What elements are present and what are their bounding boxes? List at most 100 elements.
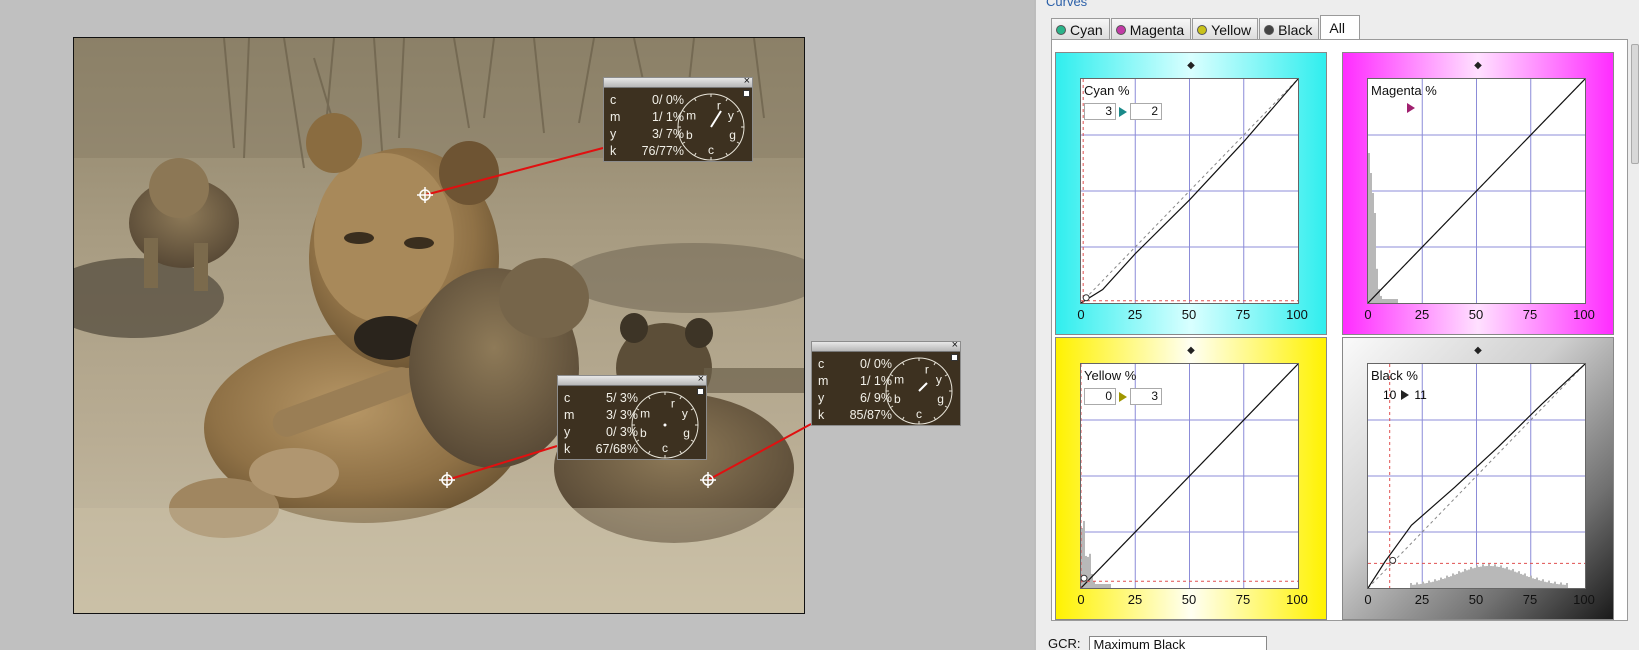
histogram-bar	[1376, 268, 1378, 303]
histogram-bar	[1562, 584, 1564, 588]
arrow-right-icon	[1119, 106, 1127, 117]
curve-label: Cyan %	[1084, 83, 1130, 98]
histogram-bar	[1498, 566, 1500, 588]
histogram-bar	[1494, 564, 1496, 588]
dial-tick	[648, 396, 651, 400]
readout-titlebar[interactable]: ×	[558, 373, 706, 386]
histogram-bar	[1456, 573, 1458, 588]
histogram-bar	[1518, 571, 1520, 588]
dial-tick	[933, 362, 936, 366]
x-axis-tick-label: 100	[1286, 592, 1308, 607]
histogram-bar	[1566, 583, 1568, 588]
color-wheel-dial-icon: ryg c bm	[631, 391, 699, 459]
histogram-bar	[1466, 570, 1468, 588]
histogram-bar	[1382, 299, 1384, 303]
histogram-bar	[1476, 565, 1478, 588]
histogram-bar	[1388, 299, 1390, 303]
histogram-bar	[1480, 566, 1482, 588]
readout-values: c 5/ 3% m 3/ 3% y 0/ 3% k 67/68%	[564, 390, 638, 458]
dial-letter: g	[683, 426, 690, 440]
move-handle-icon[interactable]: ◆	[1474, 60, 1482, 71]
output-value-field[interactable]: 2	[1130, 103, 1162, 120]
tab-yellow[interactable]: Yellow	[1192, 18, 1259, 40]
tab-cyan[interactable]: Cyan	[1051, 18, 1110, 40]
histogram-bar	[1554, 581, 1556, 588]
readout-titlebar[interactable]: ×	[604, 75, 752, 88]
x-axis-ticks: 0 25 50 75 100	[1364, 592, 1595, 608]
curve-control-point	[1082, 294, 1090, 302]
curve-label: Black %	[1371, 368, 1418, 383]
dial-letter: r	[671, 396, 675, 410]
tab-label: All	[1329, 20, 1345, 36]
x-axis-tick-label: 50	[1181, 307, 1197, 322]
curves-panel: Curves Cyan Magenta Yellow Black All ◆ C…	[1034, 0, 1639, 650]
histogram-bar	[1526, 576, 1528, 588]
close-icon[interactable]: ×	[952, 339, 958, 351]
histogram-bar	[1490, 566, 1492, 588]
x-axis-tick-label: 25	[1414, 307, 1430, 322]
magenta-curve-graph[interactable]	[1367, 78, 1586, 304]
dial-needle	[918, 382, 928, 392]
x-axis-tick-label: 75	[1522, 307, 1538, 322]
x-axis-tick-label: 0	[1364, 592, 1372, 607]
tab-black[interactable]: Black	[1259, 18, 1320, 40]
dial-tick	[944, 405, 948, 408]
histogram-bar	[1534, 578, 1536, 588]
histogram-bar	[1502, 567, 1504, 588]
histogram-bar	[1420, 583, 1422, 588]
curve-label: Magenta %	[1371, 83, 1437, 98]
gcr-label: GCR:	[1048, 636, 1081, 650]
dial-letter: r	[717, 98, 721, 112]
gcr-select[interactable]: Maximum Black	[1088, 636, 1267, 650]
x-axis-tick-label: 0	[1077, 592, 1085, 607]
x-axis-ticks: 0 25 50 75 100	[1364, 307, 1595, 323]
histogram-bar	[1097, 584, 1099, 588]
move-handle-icon[interactable]: ◆	[1187, 345, 1195, 356]
color-sampler-readout-3[interactable]: × c 0/ 0% m 1/ 1% y 6/ 9% k 85/87% rygcbm	[811, 339, 961, 426]
dial-tick	[725, 152, 728, 156]
channel-label: y	[610, 127, 617, 141]
histogram-bar	[1492, 566, 1494, 588]
dial-tick	[636, 439, 640, 442]
x-axis-tick-label: 50	[1181, 592, 1197, 607]
histogram-bar	[1486, 566, 1488, 588]
histogram-bar	[1522, 574, 1524, 588]
color-sampler-readout-2[interactable]: × c 5/ 3% m 3/ 3% y 0/ 3% k 67/68% rygcbm	[557, 373, 707, 460]
move-handle-icon[interactable]: ◆	[1474, 345, 1482, 356]
histogram-bar	[1462, 571, 1464, 588]
tab-all[interactable]: All	[1320, 15, 1360, 40]
close-icon[interactable]: ×	[744, 75, 750, 87]
channel-label: m	[610, 110, 621, 124]
histogram-bar	[1514, 571, 1516, 588]
histogram-bar	[1470, 566, 1472, 588]
close-icon[interactable]: ×	[698, 373, 704, 385]
histogram-bar	[1508, 569, 1510, 588]
histogram-bar	[1532, 578, 1534, 588]
histogram-bar	[1087, 556, 1089, 588]
x-axis-tick-label: 25	[1127, 307, 1143, 322]
x-axis-tick-label: 0	[1077, 307, 1085, 322]
histogram-bar	[1544, 581, 1546, 588]
dial-tick	[636, 408, 640, 411]
histogram-bar	[1482, 564, 1484, 588]
input-value-field[interactable]: 3	[1084, 103, 1116, 120]
x-axis-tick-label: 100	[1573, 592, 1595, 607]
histogram-bar	[1564, 584, 1566, 588]
move-handle-icon[interactable]: ◆	[1187, 60, 1195, 71]
histogram-bar	[1500, 565, 1502, 588]
input-value-field[interactable]: 0	[1084, 388, 1116, 405]
histogram-bar	[1089, 553, 1091, 588]
dial-letter: b	[686, 128, 693, 142]
output-value-field[interactable]: 3	[1130, 388, 1162, 405]
histogram-bar	[1432, 581, 1434, 588]
histogram-bar	[1446, 575, 1448, 588]
histogram-bar	[1099, 584, 1101, 588]
histogram-bar	[1524, 573, 1526, 588]
color-sampler-readout-1[interactable]: × c 0/ 0% m 1/ 1% y 3/ 7% k 76/77% rygcbm	[603, 75, 753, 162]
dial-letter: y	[728, 109, 734, 123]
tab-magenta[interactable]: Magenta	[1110, 18, 1192, 40]
readout-titlebar[interactable]: ×	[812, 339, 960, 352]
panel-scrollbar[interactable]	[1631, 44, 1639, 164]
curves-tab-content: ◆ Cyan % 3 2 0 25 50 75 100 ◆ Magenta % 0 25 5…	[1051, 39, 1628, 621]
histogram-bar	[1458, 571, 1460, 588]
